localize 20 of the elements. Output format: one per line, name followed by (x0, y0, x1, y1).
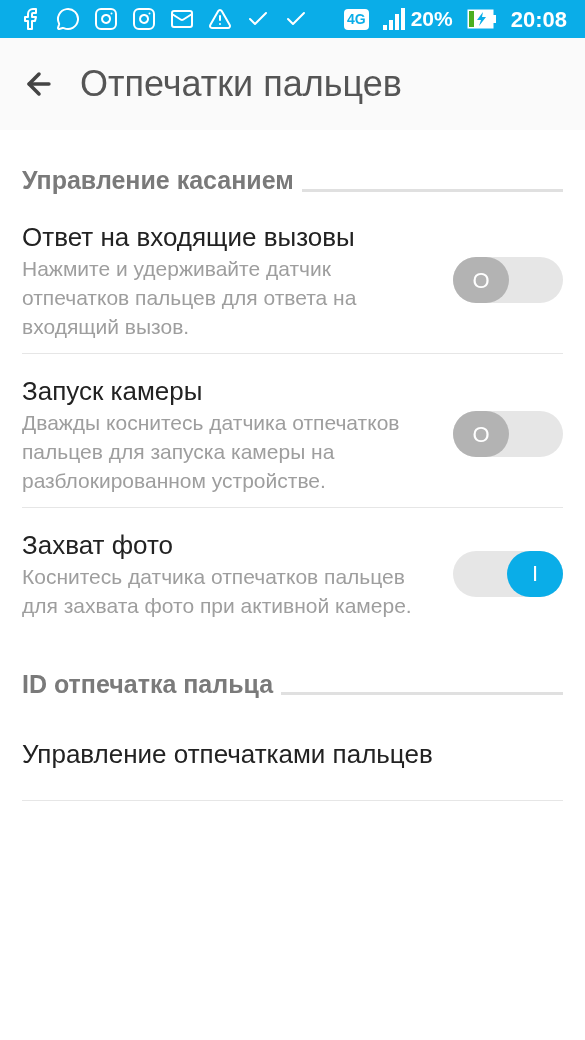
setting-title: Запуск камеры (22, 374, 204, 408)
setting-description: Нажмите и удерживайте датчик отпечатков пальцев для ответа на входящий вызов. (22, 255, 358, 340)
setting-row[interactable]: Ответ на входящие вызовы Нажмите и удерживайте датчик отпечатков пальцев для ответа на входящий вызов. O (22, 199, 563, 354)
toggle-thumb: O (453, 257, 509, 303)
setting-row[interactable]: Управление отпечатками пальцев (22, 703, 563, 801)
battery-percent: 20% (410, 6, 453, 33)
setting-title: Ответ на входящие вызовы (22, 220, 356, 254)
setting-description: Дважды коснитесь датчика отпечатков пальцев для запуска камеры на разблокированном устройстве. (22, 409, 401, 494)
toggle-thumb: O (453, 411, 509, 457)
setting-title: Захват фото (22, 528, 175, 562)
setting-row[interactable]: Захват фото Коснитесь датчика отпечатков пальцев для захвата фото при активной камере. I (22, 507, 563, 632)
clock: 20:08 (510, 5, 567, 34)
network-type: 4G (344, 8, 369, 30)
setting-title: Управление отпечатками пальцев (22, 738, 434, 771)
setting-row[interactable]: Запуск камеры Дважды коснитесь датчика отпечатков пальцев для запуска камеры на разблокированном устройстве. O (22, 353, 563, 508)
toggle-thumb: I (507, 550, 563, 597)
setting-description: Коснитесь датчика отпечатков пальцев для захвата фото при активной камере. (22, 563, 413, 619)
section-header: ID отпечатка пальца (22, 668, 274, 700)
page-title: Отпечатки пальцев (80, 62, 402, 106)
section-header: Управление касанием (22, 165, 294, 196)
